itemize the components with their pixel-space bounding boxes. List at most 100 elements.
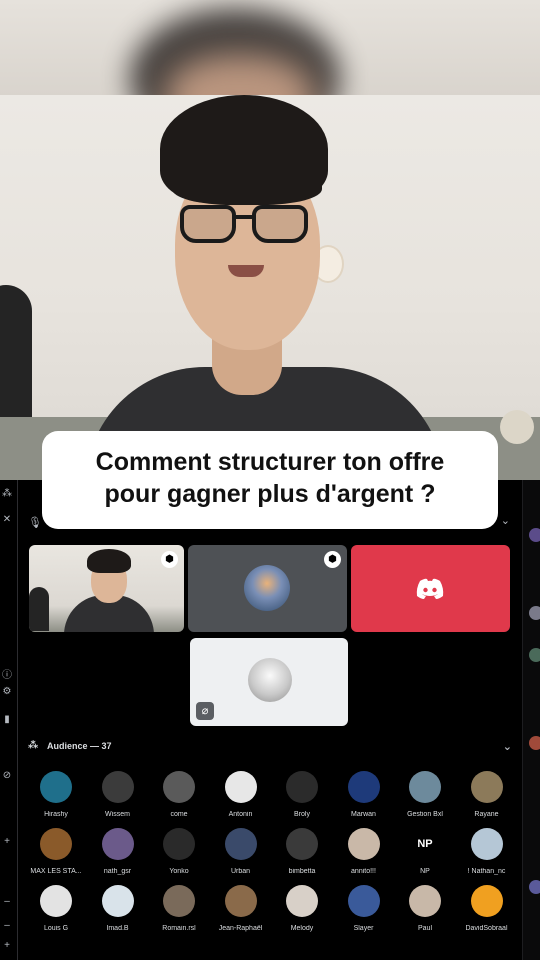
avatar: NP (409, 828, 441, 860)
member-name: bimbetta (288, 868, 316, 875)
avatar (244, 565, 290, 611)
member-avatar[interactable] (529, 736, 540, 750)
member-name: nath_gsr (103, 868, 132, 875)
avatar (163, 885, 195, 917)
member-name: ! Nathan_nc (467, 868, 506, 875)
avatar (409, 885, 441, 917)
info-icon[interactable]: ⓘ (0, 666, 14, 681)
microphone-icon[interactable]: 🎙 (28, 516, 42, 529)
webcam-feed (0, 95, 540, 480)
audience-member[interactable]: Broly (271, 771, 333, 825)
avatar (409, 771, 441, 803)
mute-icon[interactable]: ⊘ (0, 770, 14, 781)
webcam-blurred-preview (0, 0, 540, 95)
member-name: Broly (294, 811, 310, 818)
member-name: NP (420, 868, 430, 875)
plant (500, 410, 534, 444)
member-name: Gestion Bxl (407, 811, 443, 818)
avatar (40, 771, 72, 803)
speaker-tile-discord[interactable] (351, 545, 510, 632)
audience-member[interactable]: bimbetta (271, 828, 333, 882)
audience-member[interactable]: annito!!! (333, 828, 395, 882)
chevron-down-icon[interactable]: ⌄ (503, 740, 512, 753)
audience-member[interactable]: Marwan (333, 771, 395, 825)
avatar (101, 885, 134, 917)
member-name: Urban (230, 868, 251, 875)
member-name: Paul (417, 925, 432, 932)
add-icon[interactable]: + (0, 940, 14, 951)
audience-member[interactable]: Urban (210, 828, 272, 882)
speaker-tile-avatar[interactable]: ⬢ (188, 545, 347, 632)
avatar (163, 771, 195, 803)
member-name: Jean-Raphaël (218, 925, 263, 932)
avatar (470, 771, 503, 803)
member-name: Imad.B (106, 925, 129, 932)
chevron-down-icon[interactable]: ⌄ (501, 514, 510, 527)
caption-line-2: pour gagner plus d'argent ? (104, 480, 436, 508)
audience-label: Audience — 37 (47, 741, 112, 751)
member-name: Hirashy (44, 811, 68, 818)
audience-member[interactable]: Rayane (456, 771, 518, 825)
avatar (163, 828, 195, 860)
member-name: MAX LES STA... (30, 868, 82, 875)
avatar (224, 771, 257, 803)
member-name: Louis G (43, 925, 69, 932)
audience-header[interactable]: ⁂ Audience — 37 ⌄ (28, 740, 514, 754)
member-name: DavidSobraal (465, 925, 508, 932)
audience-member[interactable]: Yonko (148, 828, 210, 882)
member-avatar[interactable] (529, 648, 540, 662)
audience-member[interactable]: ! Nathan_nc (456, 828, 518, 882)
audience-icon: ⁂ (28, 740, 39, 751)
member-name: Antonin (228, 811, 253, 818)
member-avatar[interactable] (529, 606, 540, 620)
audience-member[interactable]: DavidSobraal (456, 885, 518, 939)
speaker-tile-muted[interactable]: ⌀ (190, 638, 348, 726)
audience-member[interactable]: Romain.rsl (148, 885, 210, 939)
audience-member[interactable]: Hirashy (25, 771, 87, 825)
member-name: annito!!! (351, 868, 376, 875)
muted-mic-icon: ⌀ (196, 702, 214, 720)
avatar (101, 771, 134, 803)
member-avatar[interactable] (529, 880, 540, 894)
audience-member[interactable]: Gestion Bxl (394, 771, 456, 825)
avatar (286, 828, 318, 860)
video-caption: Comment structurer ton offre pour gagner… (42, 431, 498, 529)
add-icon[interactable]: + (0, 836, 14, 847)
member-name: come (170, 811, 188, 818)
audience-member[interactable]: Paul (394, 885, 456, 939)
speaker-tile-webcam[interactable]: ⬢ (29, 545, 184, 632)
minus-icon[interactable]: – (0, 896, 14, 907)
member-name: Melody (290, 925, 314, 932)
audience-member[interactable]: Imad.B (87, 885, 149, 939)
avatar (224, 828, 257, 860)
discord-logo-icon (416, 578, 444, 599)
audience-member[interactable]: Slayer (333, 885, 395, 939)
close-icon[interactable]: ✕ (0, 514, 14, 525)
audience-member[interactable]: Louis G (25, 885, 87, 939)
avatar (470, 828, 503, 860)
audience-member[interactable]: nath_gsr (87, 828, 149, 882)
audience-member[interactable]: Jean-Raphaël (210, 885, 272, 939)
settings-icon[interactable]: ⚙ (0, 686, 14, 697)
member-avatar[interactable] (529, 528, 540, 542)
member-name: Romain.rsl (162, 925, 196, 932)
video-icon[interactable]: ▮ (0, 714, 14, 725)
member-name: Wissem (105, 811, 130, 818)
avatar (286, 771, 318, 803)
users-icon[interactable]: ⁂ (0, 488, 14, 499)
shield-icon: ⬢ (161, 551, 178, 568)
avatar (40, 885, 72, 917)
audience-member[interactable]: Melody (271, 885, 333, 939)
avatar (286, 885, 318, 917)
caption-line-1: Comment structurer ton offre (95, 448, 445, 476)
avatar (248, 658, 292, 702)
audience-member[interactable]: Antonin (210, 771, 272, 825)
avatar (101, 828, 134, 860)
audience-member[interactable]: come (148, 771, 210, 825)
minus-icon[interactable]: – (0, 920, 14, 931)
audience-member[interactable]: MAX LES STA... (25, 828, 87, 882)
member-name: Rayane (474, 811, 499, 818)
audience-member[interactable]: Wissem (87, 771, 149, 825)
member-name: Marwan (351, 811, 376, 818)
audience-member[interactable]: NP NP (394, 828, 456, 882)
